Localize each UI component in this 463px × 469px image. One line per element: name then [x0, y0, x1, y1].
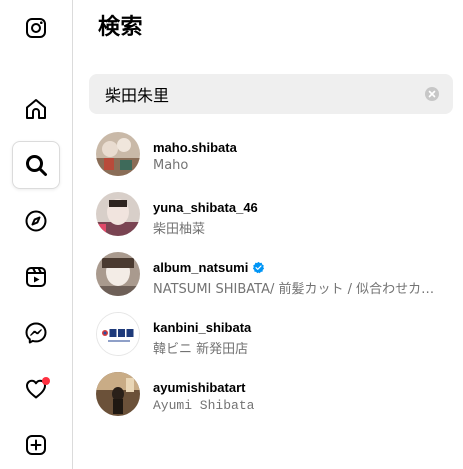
result-subtitle: NATSUMI SHIBATA/ 前髪カット / 似合わせカット	[153, 282, 445, 297]
search-panel: 検索 maho.shibata Maho	[74, 0, 463, 469]
search-result-item[interactable]: yuna_shibata_46 柴田柚菜	[74, 186, 463, 246]
result-username: maho.shibata	[153, 140, 237, 155]
instagram-logo-icon	[26, 18, 46, 38]
clear-icon	[428, 90, 436, 98]
result-subtitle: 韓ビニ 新発田店	[153, 342, 249, 357]
search-icon	[26, 155, 47, 176]
clear-search-button[interactable]	[425, 87, 439, 101]
nav-search[interactable]	[12, 141, 60, 189]
avatar	[96, 312, 140, 356]
nav-home[interactable]	[12, 85, 60, 133]
explore-compass-icon	[25, 210, 47, 232]
search-input[interactable]	[105, 74, 415, 114]
result-username: ayumishibatart	[153, 380, 246, 395]
sidebar-nav	[0, 0, 73, 469]
nav-create[interactable]	[12, 421, 60, 469]
avatar	[96, 252, 140, 296]
verified-badge-icon	[252, 261, 265, 274]
search-result-item[interactable]: kanbini_shibata 韓ビニ 新発田店	[74, 306, 463, 366]
search-result-item[interactable]: maho.shibata Maho	[74, 126, 463, 186]
avatar	[96, 372, 140, 416]
nav-explore[interactable]	[12, 197, 60, 245]
messenger-icon	[25, 322, 47, 344]
nav-messages[interactable]	[12, 309, 60, 357]
page-title: 検索	[98, 15, 144, 40]
avatar	[96, 132, 140, 176]
nav-notifications[interactable]	[12, 365, 60, 413]
search-result-item[interactable]: album_natsumi NATSUMI SHIBATA/ 前髪カット / 似…	[74, 246, 463, 306]
result-subtitle: Ayumi Shibata	[153, 398, 255, 413]
home-icon	[26, 99, 46, 119]
result-subtitle: Maho	[153, 158, 189, 173]
result-username: kanbini_shibata	[153, 320, 252, 335]
result-username: yuna_shibata_46	[153, 200, 258, 215]
reels-icon	[26, 267, 46, 287]
result-username: album_natsumi	[153, 260, 249, 275]
nav-reels[interactable]	[12, 253, 60, 301]
search-box	[89, 74, 453, 114]
avatar	[96, 192, 140, 236]
search-result-item[interactable]: ayumishibatart Ayumi Shibata	[74, 366, 463, 426]
result-subtitle: 柴田柚菜	[153, 222, 206, 237]
notification-badge	[42, 377, 50, 385]
instagram-logo-button[interactable]	[12, 4, 60, 52]
search-results-list: maho.shibata Maho yuna_shibata_46 柴田柚菜 a…	[74, 126, 463, 426]
create-plus-icon	[26, 435, 46, 455]
